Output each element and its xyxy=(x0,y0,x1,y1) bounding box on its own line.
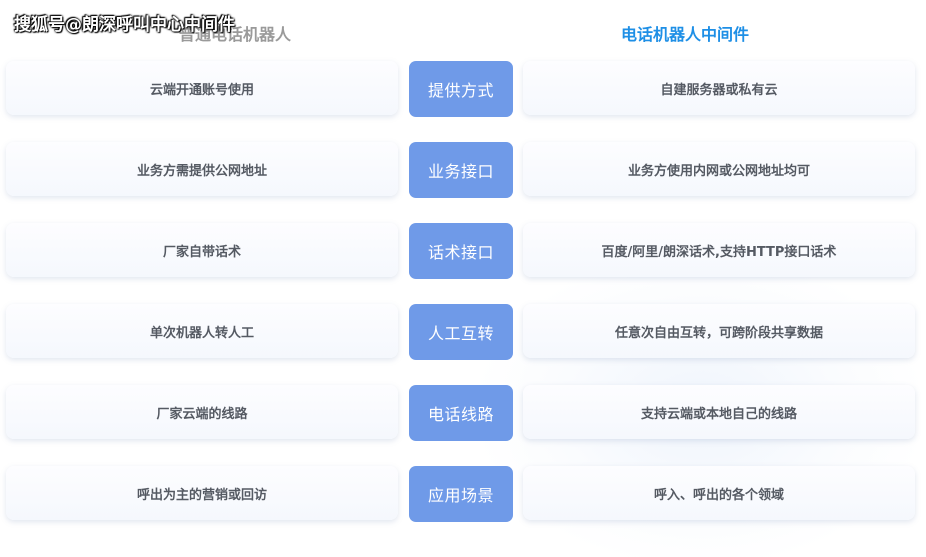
right-feature-card: 业务方使用内网或公网地址均可 xyxy=(523,142,915,196)
left-feature-card: 业务方需提供公网地址 xyxy=(6,142,398,196)
left-feature-card: 单次机器人转人工 xyxy=(6,304,398,358)
category-label: 提供方式 xyxy=(409,61,513,117)
category-label: 人工互转 xyxy=(409,304,513,360)
left-feature-card: 厂家云端的线路 xyxy=(6,385,398,439)
header-robot-middleware: 电话机器人中间件 xyxy=(620,25,749,44)
category-label: 电话线路 xyxy=(409,385,513,441)
comparison-row: 云端开通账号使用 提供方式 自建服务器或私有云 xyxy=(0,61,926,117)
category-label: 话术接口 xyxy=(409,223,513,279)
category-label: 业务接口 xyxy=(409,142,513,198)
right-feature-card: 自建服务器或私有云 xyxy=(523,61,915,115)
comparison-row: 单次机器人转人工 人工互转 任意次自由互转，可跨阶段共享数据 xyxy=(0,304,926,360)
watermark-text: 搜狐号@朗深呼叫中心中间件 xyxy=(14,15,235,35)
left-feature-card: 呼出为主的营销或回访 xyxy=(6,466,398,520)
comparison-diagram: 搜狐号@朗深呼叫中心中间件 普通电话机器人 电话机器人中间件 云端开通账号使用 … xyxy=(0,0,926,557)
left-feature-card: 云端开通账号使用 xyxy=(6,61,398,115)
right-feature-card: 支持云端或本地自己的线路 xyxy=(523,385,915,439)
left-feature-card: 厂家自带话术 xyxy=(6,223,398,277)
comparison-row: 业务方需提供公网地址 业务接口 业务方使用内网或公网地址均可 xyxy=(0,142,926,198)
comparison-row: 厂家自带话术 话术接口 百度/阿里/朗深话术,支持HTTP接口话术 xyxy=(0,223,926,279)
comparison-row: 呼出为主的营销或回访 应用场景 呼入、呼出的各个领域 xyxy=(0,466,926,522)
category-label: 应用场景 xyxy=(409,466,513,522)
comparison-row: 厂家云端的线路 电话线路 支持云端或本地自己的线路 xyxy=(0,385,926,441)
right-feature-card: 呼入、呼出的各个领域 xyxy=(523,466,915,520)
right-feature-card: 百度/阿里/朗深话术,支持HTTP接口话术 xyxy=(523,223,915,277)
right-feature-card: 任意次自由互转，可跨阶段共享数据 xyxy=(523,304,915,358)
